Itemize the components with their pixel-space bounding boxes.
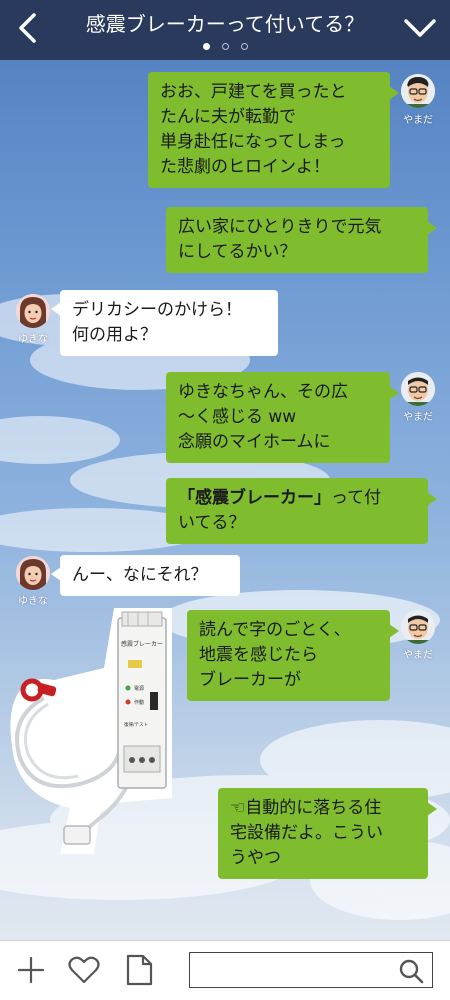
message-line: にしてるかい？ xyxy=(178,242,297,262)
page-indicator xyxy=(0,43,450,50)
message-bubble-yamada-2: 広い家にひとりきりで元気 にしてるかい？ xyxy=(166,207,437,273)
message-bubble-yamada-3: ゆきなちゃん、その広 ～く感じる ww 念願のマイホームに xyxy=(166,372,399,463)
message-line: ゆきなちゃん、その広 xyxy=(178,382,348,402)
plus-icon[interactable] xyxy=(16,955,46,985)
search-icon[interactable] xyxy=(398,958,424,984)
page-dot-1 xyxy=(202,43,210,50)
message-line: んー、なにそれ？ xyxy=(72,565,208,585)
avatar-yamada[interactable] xyxy=(401,610,435,644)
message-line: たんに夫が転勤で xyxy=(160,107,296,127)
chat-header: 感震ブレーカーって付いてる？ xyxy=(0,0,450,60)
message-line: 地震を感じたら xyxy=(199,645,318,665)
message-line: おお、戸建てを買ったと xyxy=(160,82,347,102)
emphasized-term: 「感震ブレーカー」 xyxy=(178,488,331,508)
message-line: 何の用よ？ xyxy=(72,325,157,345)
avatar-yamada[interactable] xyxy=(401,74,435,108)
message-line: 単身赴任になってしまっ xyxy=(160,132,346,152)
chat-title: 感震ブレーカーって付いてる？ xyxy=(85,12,365,36)
back-arrow-icon[interactable] xyxy=(12,11,44,45)
message-line: いてる？ xyxy=(178,513,246,533)
message-bubble-yamada-6: ☜自動的に落ちる住 宅設備だよ。こうい うやつ xyxy=(218,788,437,879)
avatar-yukina[interactable] xyxy=(16,294,50,328)
device-test-label: 復帰/テスト xyxy=(124,721,148,728)
message-line: 「感震ブレーカー」って付 xyxy=(178,486,416,511)
device-power-label: 電源 xyxy=(134,685,144,692)
message-bubble-yamada-1: おお、戸建てを買ったと たんに夫が転勤で 単身赴任になってしまっ た悲劇のヒロイ… xyxy=(148,72,399,188)
avatar-name-yamada: やまだ xyxy=(403,650,433,661)
message-line: 広い家にひとりきりで元気 xyxy=(178,217,382,237)
avatar-yamada[interactable] xyxy=(401,372,435,406)
avatar-name-yamada: やまだ xyxy=(403,115,433,126)
heart-icon[interactable] xyxy=(68,955,100,985)
message-line-rest: って付 xyxy=(331,488,382,508)
message-bubble-yukina-1: デリカシーのかけら！ 何の用よ？ xyxy=(51,290,278,356)
seismic-breaker-image[interactable]: 感震ブレーカー 電源 作動 復帰/テスト xyxy=(4,598,180,854)
avatar-name-yamada: やまだ xyxy=(403,412,433,423)
message-line: ブレーカーが xyxy=(199,670,301,690)
document-icon[interactable] xyxy=(124,954,154,986)
avatar-yukina[interactable] xyxy=(16,556,50,590)
message-bubble-yamada-5: 読んで字のごとく、 地震を感じたら ブレーカーが xyxy=(187,610,399,701)
device-name-label: 感震ブレーカー xyxy=(121,640,163,648)
page-dot-2 xyxy=(221,43,229,50)
message-line: ☜自動的に落ちる住 xyxy=(230,798,382,818)
message-line: 宅設備だよ。こうい xyxy=(230,823,383,843)
message-bubble-yamada-4: 「感震ブレーカー」って付 いてる？ xyxy=(166,478,437,544)
message-bubble-yukina-2: んー、なにそれ？ xyxy=(51,555,240,596)
device-operate-label: 作動 xyxy=(134,699,144,706)
message-line: た悲劇のヒロインよ！ xyxy=(160,157,330,177)
message-line: 読んで字のごとく、 xyxy=(199,620,351,640)
message-line: デリカシーのかけら！ xyxy=(72,300,242,320)
page-dot-3 xyxy=(240,43,248,50)
chevron-down-icon[interactable] xyxy=(402,14,438,42)
avatar-name-yukina: ゆきな xyxy=(18,334,48,345)
message-line: 念願のマイホームに xyxy=(178,432,331,452)
message-line: うやつ xyxy=(230,848,281,868)
message-line: ～く感じる ww xyxy=(178,407,297,427)
search-input[interactable] xyxy=(189,952,433,988)
